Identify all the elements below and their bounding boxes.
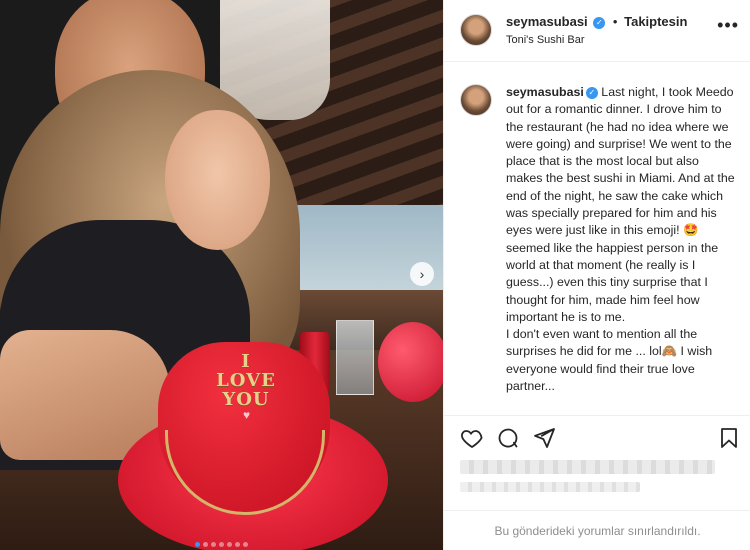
verified-badge-icon: ✓	[593, 17, 606, 29]
carousel-dot	[243, 542, 248, 547]
post-header: seymasubasi ✓ • Takiptesin Toni's Sushi …	[444, 0, 750, 62]
caption-body: Last night, I took Meedo out for a roman…	[506, 85, 735, 324]
cake-line-1: I	[241, 351, 251, 372]
caption-area: seymasubasi ✓ Last night, I took Meedo ou…	[444, 62, 750, 416]
more-options-icon[interactable]: •••	[717, 16, 739, 34]
post-side-panel: seymasubasi ✓ • Takiptesin Toni's Sushi …	[443, 0, 750, 550]
carousel-dot	[211, 542, 216, 547]
username-link[interactable]: seymasubasi	[506, 14, 588, 29]
restaurant-window	[280, 205, 443, 300]
chevron-right-icon[interactable]: ›	[410, 262, 434, 286]
bookmark-icon[interactable]	[717, 426, 741, 450]
cake-inscription: I LOVE YOU	[186, 352, 306, 409]
comments-disabled-notice: Bu gönderideki yorumlar sınırlandırıldı.	[444, 510, 750, 550]
action-bar	[444, 416, 750, 458]
separator-dot: •	[612, 14, 618, 29]
post-photo[interactable]: I LOVE YOU ♥ ›	[0, 0, 443, 550]
water-glass	[336, 320, 374, 395]
paper-plane-icon[interactable]	[532, 426, 556, 450]
small-heart-icon: ♥	[243, 408, 251, 422]
carousel-dot	[235, 542, 240, 547]
carousel-dot	[203, 542, 208, 547]
likes-count-blurred	[460, 460, 715, 474]
caption-username-link[interactable]: seymasubasi	[506, 85, 584, 99]
heart-icon[interactable]	[460, 426, 484, 450]
header-user-line: seymasubasi ✓ • Takiptesin	[506, 14, 687, 29]
location-link[interactable]: Toni's Sushi Bar	[506, 34, 585, 46]
cake-line-3: YOU	[222, 389, 270, 410]
caption-body-continued: I don't even want to mention all the sur…	[506, 327, 713, 394]
comment-icon[interactable]	[496, 426, 520, 450]
follow-status-button[interactable]: Takiptesin	[624, 14, 687, 29]
caption-text: seymasubasi ✓ Last night, I took Meedo ou…	[506, 84, 736, 395]
carousel-dot	[219, 542, 224, 547]
carousel-dot	[227, 542, 232, 547]
woman-face	[165, 110, 270, 250]
post-date-blurred	[460, 482, 640, 492]
verified-badge-icon: ✓	[585, 87, 598, 99]
carousel-indicator	[0, 534, 443, 550]
cake-line-2: LOVE	[216, 370, 276, 391]
caption-avatar[interactable]	[460, 84, 492, 116]
avatar[interactable]	[460, 14, 492, 46]
heart-balloon	[378, 322, 443, 402]
carousel-dot	[195, 542, 200, 547]
